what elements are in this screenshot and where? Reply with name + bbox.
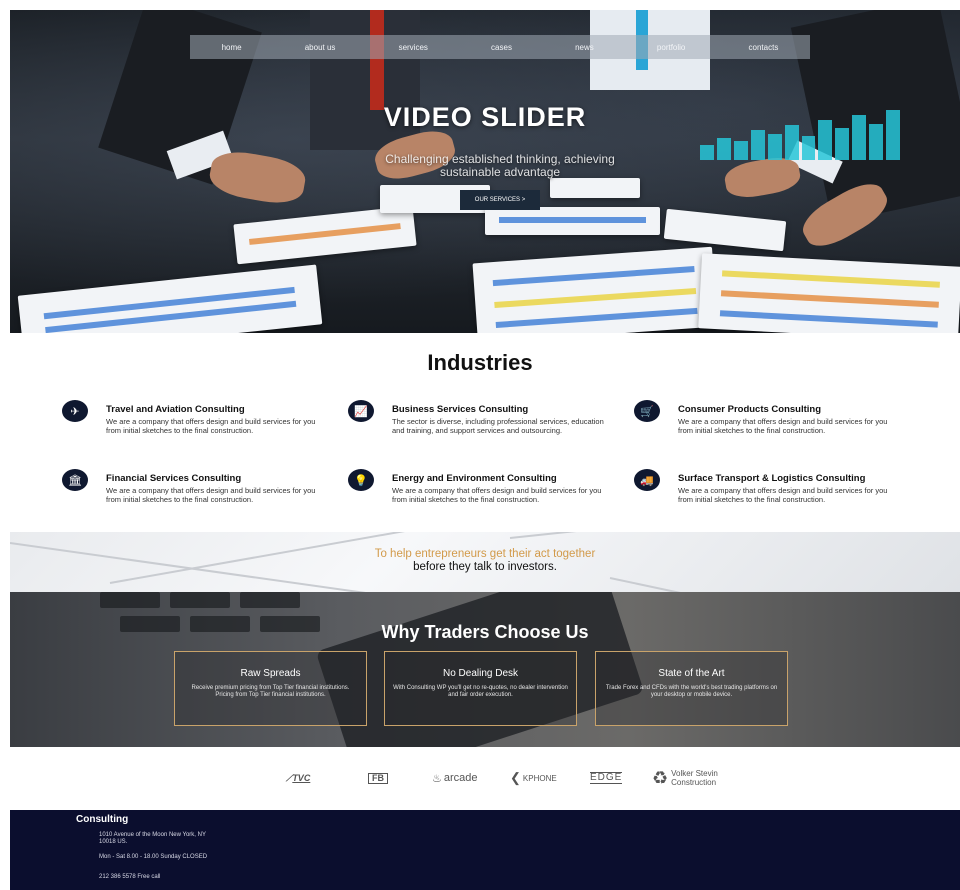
hero-tie: [370, 10, 384, 110]
hero-title: VIDEO SLIDER: [383, 102, 587, 132]
industry-name: Financial Services Consulting: [106, 473, 242, 484]
quote-highlight: To help entrepreneurs get their act toge…: [374, 548, 596, 560]
nav-portfolio[interactable]: portfolio: [657, 43, 685, 52]
industry-desc: We are a company that offers design and …: [678, 417, 888, 435]
quote-rest: before they talk to investors.: [413, 561, 557, 573]
quote-band: To help entrepreneurs get their act toge…: [10, 532, 960, 592]
why-section: Why Traders Choose Us Raw Spreads Receiv…: [10, 592, 960, 747]
flame-icon: ♨: [432, 772, 442, 785]
hero-paper-4: [485, 207, 660, 235]
industry-desc: We are a company that offers design and …: [106, 486, 316, 504]
hero-paper-6: [663, 208, 787, 252]
hero-hand-left: [206, 147, 309, 208]
lightbulb-icon: 💡: [348, 469, 374, 491]
hero-paper-2: [233, 205, 417, 265]
footer-hours: Mon - Sat 8.00 - 18.00 Sunday CLOSED: [99, 854, 208, 860]
industry-name: Surface Transport & Logistics Consulting: [678, 473, 866, 484]
quote-text: To help entrepreneurs get their act toge…: [10, 548, 960, 574]
nav-about-us[interactable]: about us: [305, 43, 336, 52]
nav-home[interactable]: home: [222, 43, 242, 52]
partner-logos: ⟋ TVC FB ♨ arcade ❮ KPHONE EDGE ♻ Volker…: [280, 763, 740, 793]
chart-icon: 📈: [348, 400, 374, 422]
logo-fb[interactable]: FB: [368, 763, 388, 793]
cart-icon: 🛒: [634, 400, 660, 422]
footer: Consulting 1010 Avenue of the Moon New Y…: [10, 810, 960, 890]
feature-card-raw-spreads[interactable]: Raw Spreads Receive premium pricing from…: [174, 651, 367, 726]
hero-hand-right: [722, 153, 803, 202]
hero-paper-7: [472, 246, 718, 333]
logo-arcade[interactable]: ♨ arcade: [432, 763, 478, 793]
industries-title: Industries: [427, 350, 533, 375]
industry-desc: We are a company that offers design and …: [106, 417, 316, 435]
hero-subtitle: Challenging established thinking, achiev…: [385, 152, 615, 179]
logo-volker-stevin[interactable]: ♻ Volker Stevin Construction: [652, 763, 731, 793]
industry-desc: The sector is diverse, including profess…: [392, 417, 604, 435]
feature-title: State of the Art: [658, 668, 725, 679]
feature-title: Raw Spreads: [240, 668, 301, 679]
logo-edge[interactable]: EDGE: [590, 763, 623, 793]
feature-card-state-of-the-art[interactable]: State of the Art Trade Forex and CFDs wi…: [595, 651, 788, 726]
bank-icon: 🏛: [62, 469, 88, 491]
truck-icon: 🚚: [634, 469, 660, 491]
footer-brand: Consulting: [76, 814, 129, 825]
recycle-icon: ♻: [652, 767, 669, 788]
our-services-button[interactable]: OUR SERVICES >: [460, 190, 540, 210]
industry-desc: We are a company that offers design and …: [678, 486, 888, 504]
hero-paper-5: [550, 178, 640, 198]
feature-desc: Receive premium pricing from Top Tier fi…: [191, 685, 350, 698]
hero-paper-8: [698, 253, 960, 333]
industry-desc: We are a company that offers design and …: [392, 486, 602, 504]
feature-title: No Dealing Desk: [442, 668, 519, 679]
industry-name: Travel and Aviation Consulting: [106, 404, 245, 415]
k-mark-icon: ❮: [510, 770, 521, 785]
industry-name: Business Services Consulting: [392, 404, 529, 415]
airplane-icon: ✈: [62, 400, 88, 422]
logo-tvc[interactable]: ⟋ TVC: [286, 763, 310, 793]
industry-name: Energy and Environment Consulting: [392, 473, 557, 484]
industry-name: Consumer Products Consulting: [678, 404, 822, 415]
nav-news[interactable]: news: [575, 43, 594, 52]
why-title: Why Traders Choose Us: [381, 622, 589, 642]
footer-phone[interactable]: 212 386 5578 Free call: [99, 874, 219, 881]
hero-paper-1: [17, 264, 323, 333]
nav-cases[interactable]: cases: [491, 43, 512, 52]
main-nav: home about us services cases news portfo…: [190, 35, 810, 59]
hero-slider: home about us services cases news portfo…: [10, 10, 960, 333]
logo-kphone[interactable]: ❮ KPHONE: [510, 763, 557, 793]
feature-desc: With Consulting WP you'll get no re-quot…: [393, 685, 568, 698]
feature-desc: Trade Forex and CFDs with the world's be…: [605, 685, 778, 698]
feature-card-no-dealing-desk[interactable]: No Dealing Desk With Consulting WP you'l…: [384, 651, 577, 726]
nav-contacts[interactable]: contacts: [749, 43, 779, 52]
footer-address: 1010 Avenue of the Moon New York, NY 100…: [99, 832, 206, 845]
nav-services[interactable]: services: [399, 43, 428, 52]
